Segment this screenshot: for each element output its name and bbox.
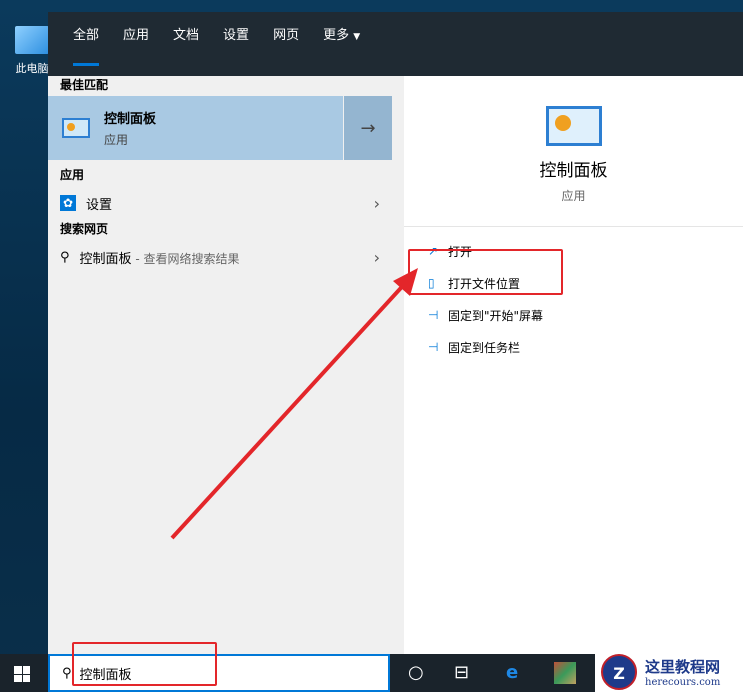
annotation-arrow xyxy=(170,268,418,540)
